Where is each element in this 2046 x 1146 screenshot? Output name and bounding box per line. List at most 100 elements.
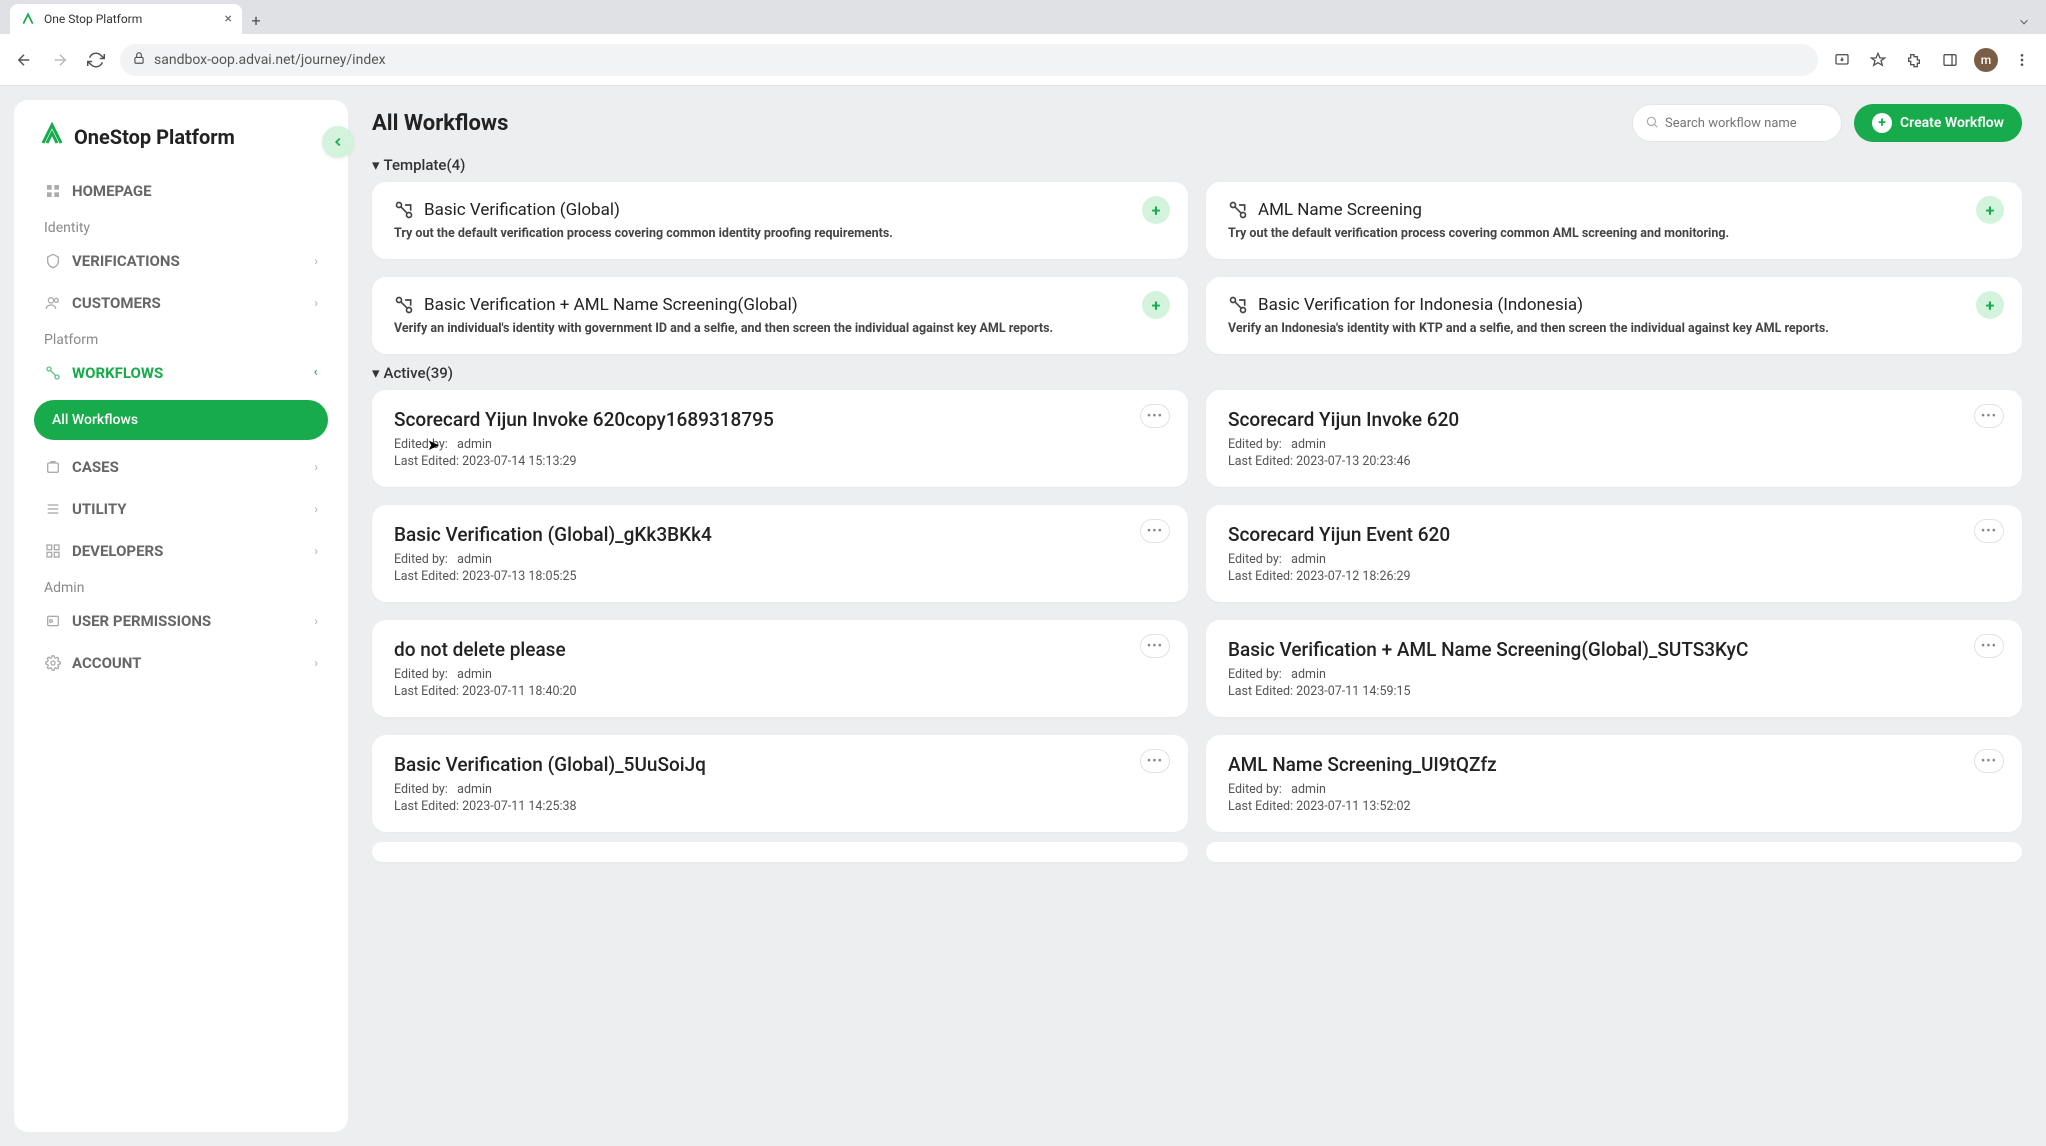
nav-customers[interactable]: CUSTOMERS › [28,282,334,324]
template-title: Basic Verification (Global) [424,200,620,220]
nav-label: UTILITY [72,500,127,518]
templates-section-header[interactable]: ▾ Template(4) [372,156,2022,174]
nav-section-admin: Admin [28,572,334,600]
address-bar[interactable]: sandbox-oop.advai.net/journey/index [120,44,1818,76]
menu-icon[interactable] [2010,48,2034,72]
new-tab-button[interactable]: + [242,6,270,34]
nav-utility[interactable]: UTILITY › [28,488,334,530]
last-edited-line: Last Edited: 2023-07-13 18:05:25 [394,569,1166,584]
template-card[interactable]: Basic Verification (Global) Try out the … [372,182,1188,259]
brand-name: OneStop Platform [74,125,235,149]
nav-section-platform: Platform [28,324,334,352]
apps-icon [44,542,62,560]
back-icon[interactable] [12,48,36,72]
edited-by-line: Edited by: admin [394,782,1166,797]
gear-icon [44,654,62,672]
more-button[interactable]: ••• [1140,519,1170,543]
workflow-card[interactable]: Basic Verification (Global)_gKk3BKk4 Edi… [372,505,1188,602]
workflow-card[interactable]: Scorecard Yijun Event 620 Edited by: adm… [1206,505,2022,602]
workflow-card[interactable]: Basic Verification (Global)_5UuSoiJq Edi… [372,735,1188,832]
more-button[interactable]: ••• [1140,404,1170,428]
more-button[interactable]: ••• [1974,634,2004,658]
reload-icon[interactable] [84,48,108,72]
more-button[interactable]: ••• [1140,634,1170,658]
nav-account[interactable]: ACCOUNT › [28,642,334,684]
workflow-card-peek[interactable] [1206,842,2022,862]
more-button[interactable]: ••• [1140,749,1170,773]
more-button[interactable]: ••• [1974,404,2004,428]
nav-cases[interactable]: CASES › [28,446,334,488]
chevron-right-icon: › [314,296,318,310]
star-icon[interactable] [1866,48,1890,72]
last-edited-label: Last Edited: [1228,454,1296,469]
template-card[interactable]: Basic Verification + AML Name Screening(… [372,277,1188,354]
nav-sub-all-workflows[interactable]: All Workflows [34,400,328,440]
side-panel-icon[interactable] [1938,48,1962,72]
extensions-icon[interactable] [1902,48,1926,72]
workflow-title: Scorecard Yijun Event 620 [1228,523,2000,546]
nav-label: CUSTOMERS [72,294,161,312]
close-icon[interactable]: × [225,11,232,27]
more-button[interactable]: ••• [1974,519,2004,543]
flow-icon [394,200,414,220]
nav-developers[interactable]: DEVELOPERS › [28,530,334,572]
users-icon [44,294,62,312]
workflow-card[interactable]: Scorecard Yijun Invoke 620copy1689318795… [372,390,1188,487]
edited-by-value: admin [1291,782,1326,797]
template-card[interactable]: AML Name Screening Try out the default v… [1206,182,2022,259]
profile-avatar[interactable]: m [1974,48,1998,72]
edited-by-label: Edited by: [1228,552,1282,567]
more-button[interactable]: ••• [1974,749,2004,773]
sidebar-collapse-button[interactable] [322,126,354,158]
workflow-icon [44,364,62,382]
chevron-right-icon: › [314,254,318,268]
workflow-card-peek[interactable] [372,842,1188,862]
create-workflow-button[interactable]: + Create Workflow [1854,104,2022,142]
edited-by-label: Edited by: [394,667,448,682]
caret-down-icon: ▾ [372,156,380,174]
edited-by-value: admin [1291,552,1326,567]
workflow-card[interactable]: Basic Verification + AML Name Screening(… [1206,620,2022,717]
workflow-card[interactable]: Scorecard Yijun Invoke 620 Edited by: ad… [1206,390,2022,487]
template-title: Basic Verification for Indonesia (Indone… [1258,295,1583,315]
nav-workflows[interactable]: WORKFLOWS › [28,352,334,394]
active-section-header[interactable]: ▾ Active(39) [372,364,2022,382]
chevron-right-icon: › [314,656,318,670]
add-template-button[interactable]: + [1976,196,2004,224]
last-edited-line: Last Edited: 2023-07-11 14:59:15 [1228,684,2000,699]
browser-toolbar: sandbox-oop.advai.net/journey/index m [0,34,2046,86]
edited-by-line: Edited by: admin [1228,437,2000,452]
install-icon[interactable] [1830,48,1854,72]
forward-icon[interactable] [48,48,72,72]
nav-label: WORKFLOWS [72,364,163,382]
last-edited-label: Last Edited: [394,684,462,699]
workflow-card[interactable]: AML Name Screening_UI9tQZfz Edited by: a… [1206,735,2022,832]
plus-icon: + [1872,113,1892,133]
chevron-right-icon: › [314,460,318,474]
tab-favicon-icon [20,11,36,27]
nav-label: CASES [72,458,119,476]
chevron-down-icon[interactable] [2012,10,2036,34]
template-card[interactable]: Basic Verification for Indonesia (Indone… [1206,277,2022,354]
search-input[interactable] [1665,116,1829,131]
add-template-button[interactable]: + [1142,196,1170,224]
main-content: All Workflows + Create Workflow ▾ Templa… [348,86,2046,1146]
browser-tab[interactable]: One Stop Platform × [10,4,242,34]
edited-by-line: Edited by: admin [394,437,1166,452]
nav-user-permissions[interactable]: USER PERMISSIONS › [28,600,334,642]
search-box[interactable] [1632,104,1842,142]
workflow-card[interactable]: do not delete please Edited by: admin La… [372,620,1188,717]
last-edited-line: Last Edited: 2023-07-14 15:13:29 [394,454,1166,469]
template-desc: Try out the default verification process… [394,226,1166,241]
add-template-button[interactable]: + [1976,291,2004,319]
last-edited-value: 2023-07-12 18:26:29 [1296,569,1410,584]
workflow-title: Basic Verification + AML Name Screening(… [1228,638,2000,661]
add-template-button[interactable]: + [1142,291,1170,319]
nav-verifications[interactable]: VERIFICATIONS › [28,240,334,282]
nav-homepage[interactable]: HOMEPAGE [28,170,334,212]
list-icon [44,500,62,518]
create-button-label: Create Workflow [1900,115,2004,131]
workflow-title: AML Name Screening_UI9tQZfz [1228,753,2000,776]
templates-grid: Basic Verification (Global) Try out the … [372,182,2022,354]
nav-label: VERIFICATIONS [72,252,180,270]
